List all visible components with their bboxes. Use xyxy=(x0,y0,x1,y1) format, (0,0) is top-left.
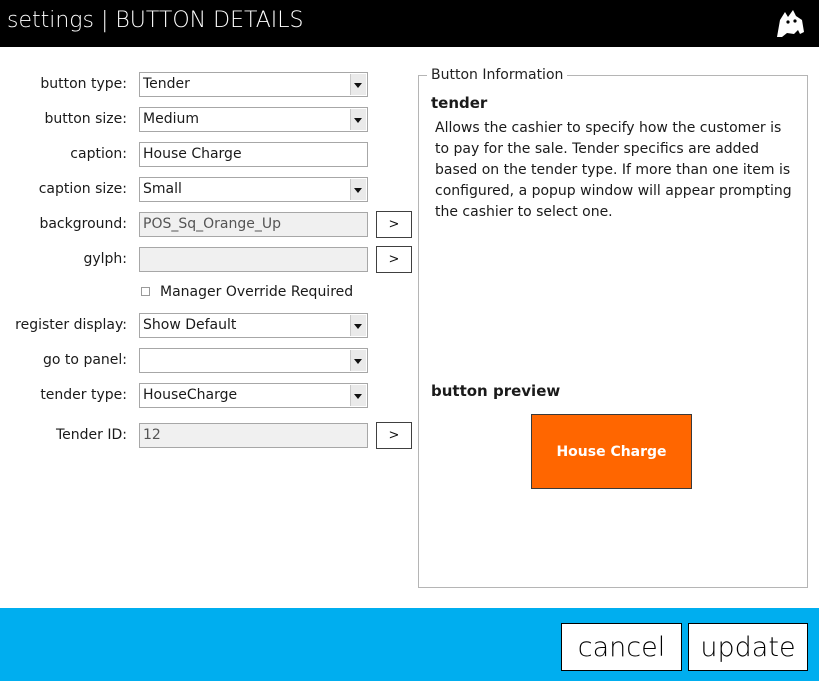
tender-id-label: Tender ID: xyxy=(56,427,127,443)
manager-override-label: Manager Override Required xyxy=(160,284,354,300)
manager-override-checkbox[interactable] xyxy=(141,287,150,296)
tender-type-label: tender type: xyxy=(40,387,127,403)
background-browse-button[interactable]: > xyxy=(376,211,412,238)
page-title: settings | BUTTON DETAILS xyxy=(7,8,304,33)
button-size-select[interactable]: Medium xyxy=(139,107,368,132)
go-to-panel-select[interactable] xyxy=(139,348,368,373)
background-label: background: xyxy=(39,216,127,232)
background-field: POS_Sq_Orange_Up xyxy=(139,212,368,237)
cat-head-logo-icon xyxy=(777,10,804,37)
register-display-label: register display: xyxy=(15,317,127,333)
cancel-button[interactable]: cancel xyxy=(561,623,682,671)
title-bar: settings | BUTTON DETAILS xyxy=(0,0,819,47)
update-button[interactable]: update xyxy=(688,623,808,671)
glyph-browse-button[interactable]: > xyxy=(376,246,412,273)
button-type-label: button type: xyxy=(40,76,127,92)
caption-value: House Charge xyxy=(143,146,242,162)
tender-id-field: 12 xyxy=(139,423,368,448)
glyph-label: gylph: xyxy=(83,251,127,267)
button-type-select[interactable]: Tender xyxy=(139,72,368,97)
background-value: POS_Sq_Orange_Up xyxy=(143,216,281,232)
info-type-heading: tender xyxy=(431,94,488,112)
chevron-down-icon[interactable] xyxy=(350,109,366,130)
group-legend: Button Information xyxy=(427,67,568,83)
tender-id-value: 12 xyxy=(143,427,161,443)
button-type-value: Tender xyxy=(143,76,190,92)
chevron-down-icon[interactable] xyxy=(350,179,366,200)
caption-size-value: Small xyxy=(143,181,182,197)
chevron-down-icon[interactable] xyxy=(350,74,366,95)
button-preview: House Charge xyxy=(531,414,692,489)
button-size-value: Medium xyxy=(143,111,199,127)
go-to-panel-label: go to panel: xyxy=(43,352,127,368)
preview-label: button preview xyxy=(431,382,561,400)
footer-bar: cancel update xyxy=(0,608,819,681)
tender-id-browse-button[interactable]: > xyxy=(376,422,412,449)
info-description: Allows the cashier to specify how the cu… xyxy=(435,120,792,220)
caption-size-select[interactable]: Small xyxy=(139,177,368,202)
caption-label: caption: xyxy=(70,146,127,162)
tender-type-select[interactable]: HouseCharge xyxy=(139,383,368,408)
register-display-value: Show Default xyxy=(143,317,237,333)
chevron-down-icon[interactable] xyxy=(350,315,366,336)
register-display-select[interactable]: Show Default xyxy=(139,313,368,338)
caption-input[interactable]: House Charge xyxy=(139,142,368,167)
tender-type-value: HouseCharge xyxy=(143,387,238,403)
button-size-label: button size: xyxy=(44,111,128,127)
chevron-down-icon[interactable] xyxy=(350,385,366,406)
chevron-down-icon[interactable] xyxy=(350,350,366,371)
glyph-field xyxy=(139,247,368,272)
caption-size-label: caption size: xyxy=(38,181,127,197)
